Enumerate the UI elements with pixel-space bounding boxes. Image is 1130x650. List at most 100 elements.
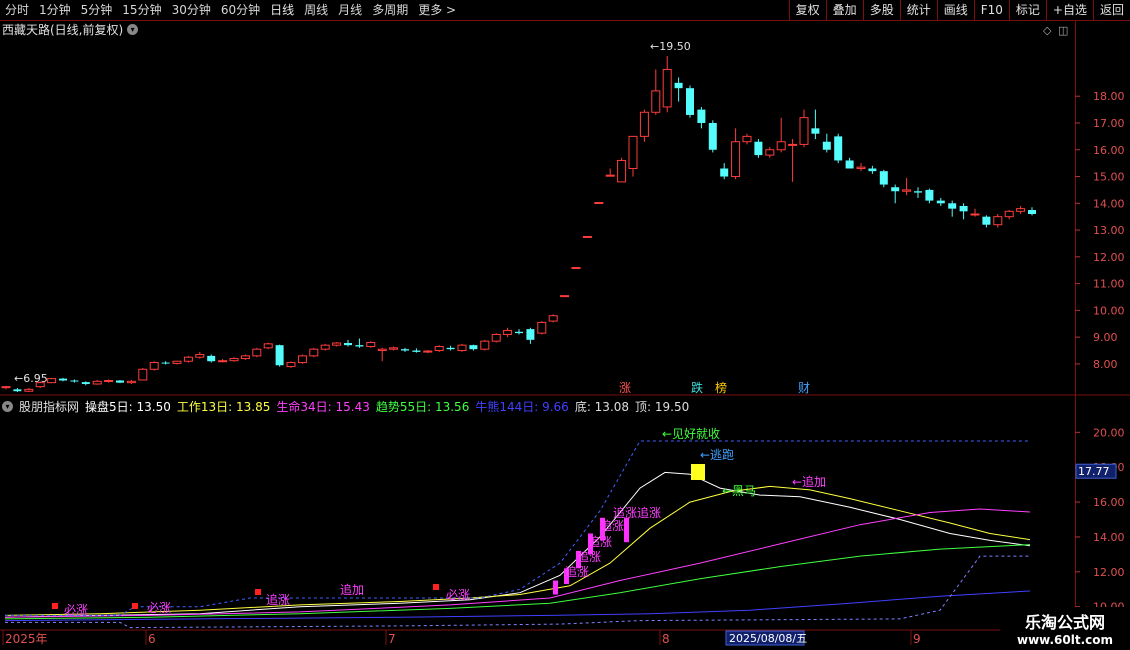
candle[interactable] — [720, 163, 729, 180]
candle[interactable] — [161, 361, 170, 365]
chart-canvas[interactable]: 18.00 17.00 16.00 15.00 14.00 13.00 12.00 11.00… — [0, 0, 1130, 650]
candle[interactable] — [594, 201, 604, 204]
candle[interactable] — [1, 385, 11, 390]
candle[interactable] — [834, 133, 843, 164]
candle[interactable] — [1004, 209, 1014, 220]
event-mark[interactable]: 跌 — [691, 380, 703, 395]
candle[interactable] — [560, 295, 570, 298]
candle[interactable] — [434, 345, 444, 352]
candle[interactable] — [925, 188, 934, 204]
candle[interactable] — [1028, 207, 1036, 216]
candle[interactable] — [879, 169, 888, 188]
candle[interactable] — [183, 355, 193, 363]
candle[interactable] — [1016, 205, 1026, 214]
diamond-icon[interactable]: ◇ — [1043, 24, 1052, 37]
candle[interactable] — [788, 139, 798, 182]
candle[interactable] — [582, 235, 592, 238]
candle[interactable] — [195, 351, 205, 359]
candle[interactable] — [754, 139, 763, 158]
candle[interactable] — [366, 341, 376, 348]
candle[interactable] — [446, 345, 455, 351]
candle[interactable] — [332, 341, 342, 347]
candle[interactable] — [799, 109, 809, 148]
candle[interactable] — [662, 56, 672, 113]
candle[interactable] — [92, 379, 102, 385]
candle[interactable] — [845, 157, 854, 169]
candle[interactable] — [355, 338, 364, 348]
candle[interactable] — [571, 267, 581, 270]
candle[interactable] — [297, 354, 307, 364]
candle[interactable] — [469, 344, 478, 351]
candle[interactable] — [697, 106, 706, 129]
candle[interactable] — [914, 187, 922, 198]
candle[interactable] — [320, 343, 330, 351]
candle[interactable] — [936, 197, 945, 206]
indicator-settings-icon[interactable]: ▾ — [2, 401, 13, 412]
candle[interactable] — [138, 367, 148, 381]
event-mark[interactable]: 榜 — [715, 380, 727, 395]
candle[interactable] — [377, 347, 387, 362]
candle[interactable] — [286, 361, 296, 368]
candle[interactable] — [401, 347, 409, 352]
candle[interactable] — [13, 388, 22, 393]
candle[interactable] — [149, 361, 159, 371]
candle[interactable] — [776, 117, 786, 153]
candle[interactable] — [423, 349, 433, 354]
candle[interactable] — [116, 379, 124, 384]
candle[interactable] — [639, 109, 649, 142]
event-mark[interactable]: 财 — [798, 381, 810, 395]
candle[interactable] — [515, 329, 523, 335]
candle[interactable] — [491, 333, 501, 343]
square-icon[interactable]: ◫ — [1058, 24, 1068, 37]
candle[interactable] — [822, 133, 831, 153]
candle[interactable] — [503, 327, 513, 338]
candle[interactable] — [412, 348, 421, 353]
candle[interactable] — [229, 357, 239, 362]
candle[interactable] — [218, 359, 228, 363]
candle[interactable] — [480, 339, 490, 351]
candle[interactable] — [47, 377, 57, 384]
candle[interactable] — [868, 165, 877, 174]
candle[interactable] — [708, 120, 717, 153]
indicator-name[interactable]: 股朋指标网 — [19, 398, 79, 415]
candle[interactable] — [252, 347, 262, 358]
candle[interactable] — [389, 346, 399, 351]
event-mark[interactable]: 涨 — [619, 380, 631, 395]
candle[interactable] — [617, 157, 627, 183]
candle[interactable] — [605, 168, 615, 177]
candle[interactable] — [902, 177, 912, 196]
candle[interactable] — [970, 208, 980, 217]
candle[interactable] — [686, 85, 694, 118]
candle[interactable] — [344, 339, 352, 347]
candle[interactable] — [674, 77, 683, 102]
candle[interactable] — [537, 321, 547, 335]
candle[interactable] — [742, 133, 752, 145]
candle[interactable] — [811, 109, 820, 140]
candle[interactable] — [982, 215, 991, 228]
candle[interactable] — [948, 200, 957, 217]
candle[interactable] — [81, 381, 90, 386]
candle[interactable] — [126, 379, 136, 384]
candle[interactable] — [207, 354, 216, 363]
candle[interactable] — [70, 379, 79, 383]
candle[interactable] — [457, 343, 467, 352]
candle[interactable] — [172, 360, 182, 365]
candle[interactable] — [548, 314, 558, 323]
candle[interactable] — [959, 203, 968, 220]
candle[interactable] — [731, 128, 741, 180]
candle[interactable] — [309, 347, 319, 358]
candle[interactable] — [891, 184, 900, 204]
candle[interactable] — [856, 163, 866, 172]
candle[interactable] — [275, 344, 284, 367]
candle[interactable] — [24, 388, 34, 393]
candle[interactable] — [628, 135, 638, 177]
candle[interactable] — [240, 354, 250, 360]
price-tick-label: 14.00 — [1093, 197, 1125, 210]
candle[interactable] — [651, 69, 661, 115]
candle[interactable] — [765, 147, 775, 158]
candle[interactable] — [104, 379, 114, 383]
candle[interactable] — [526, 327, 535, 344]
candle[interactable] — [993, 214, 1003, 228]
candle[interactable] — [59, 377, 67, 382]
candle[interactable] — [263, 342, 273, 350]
